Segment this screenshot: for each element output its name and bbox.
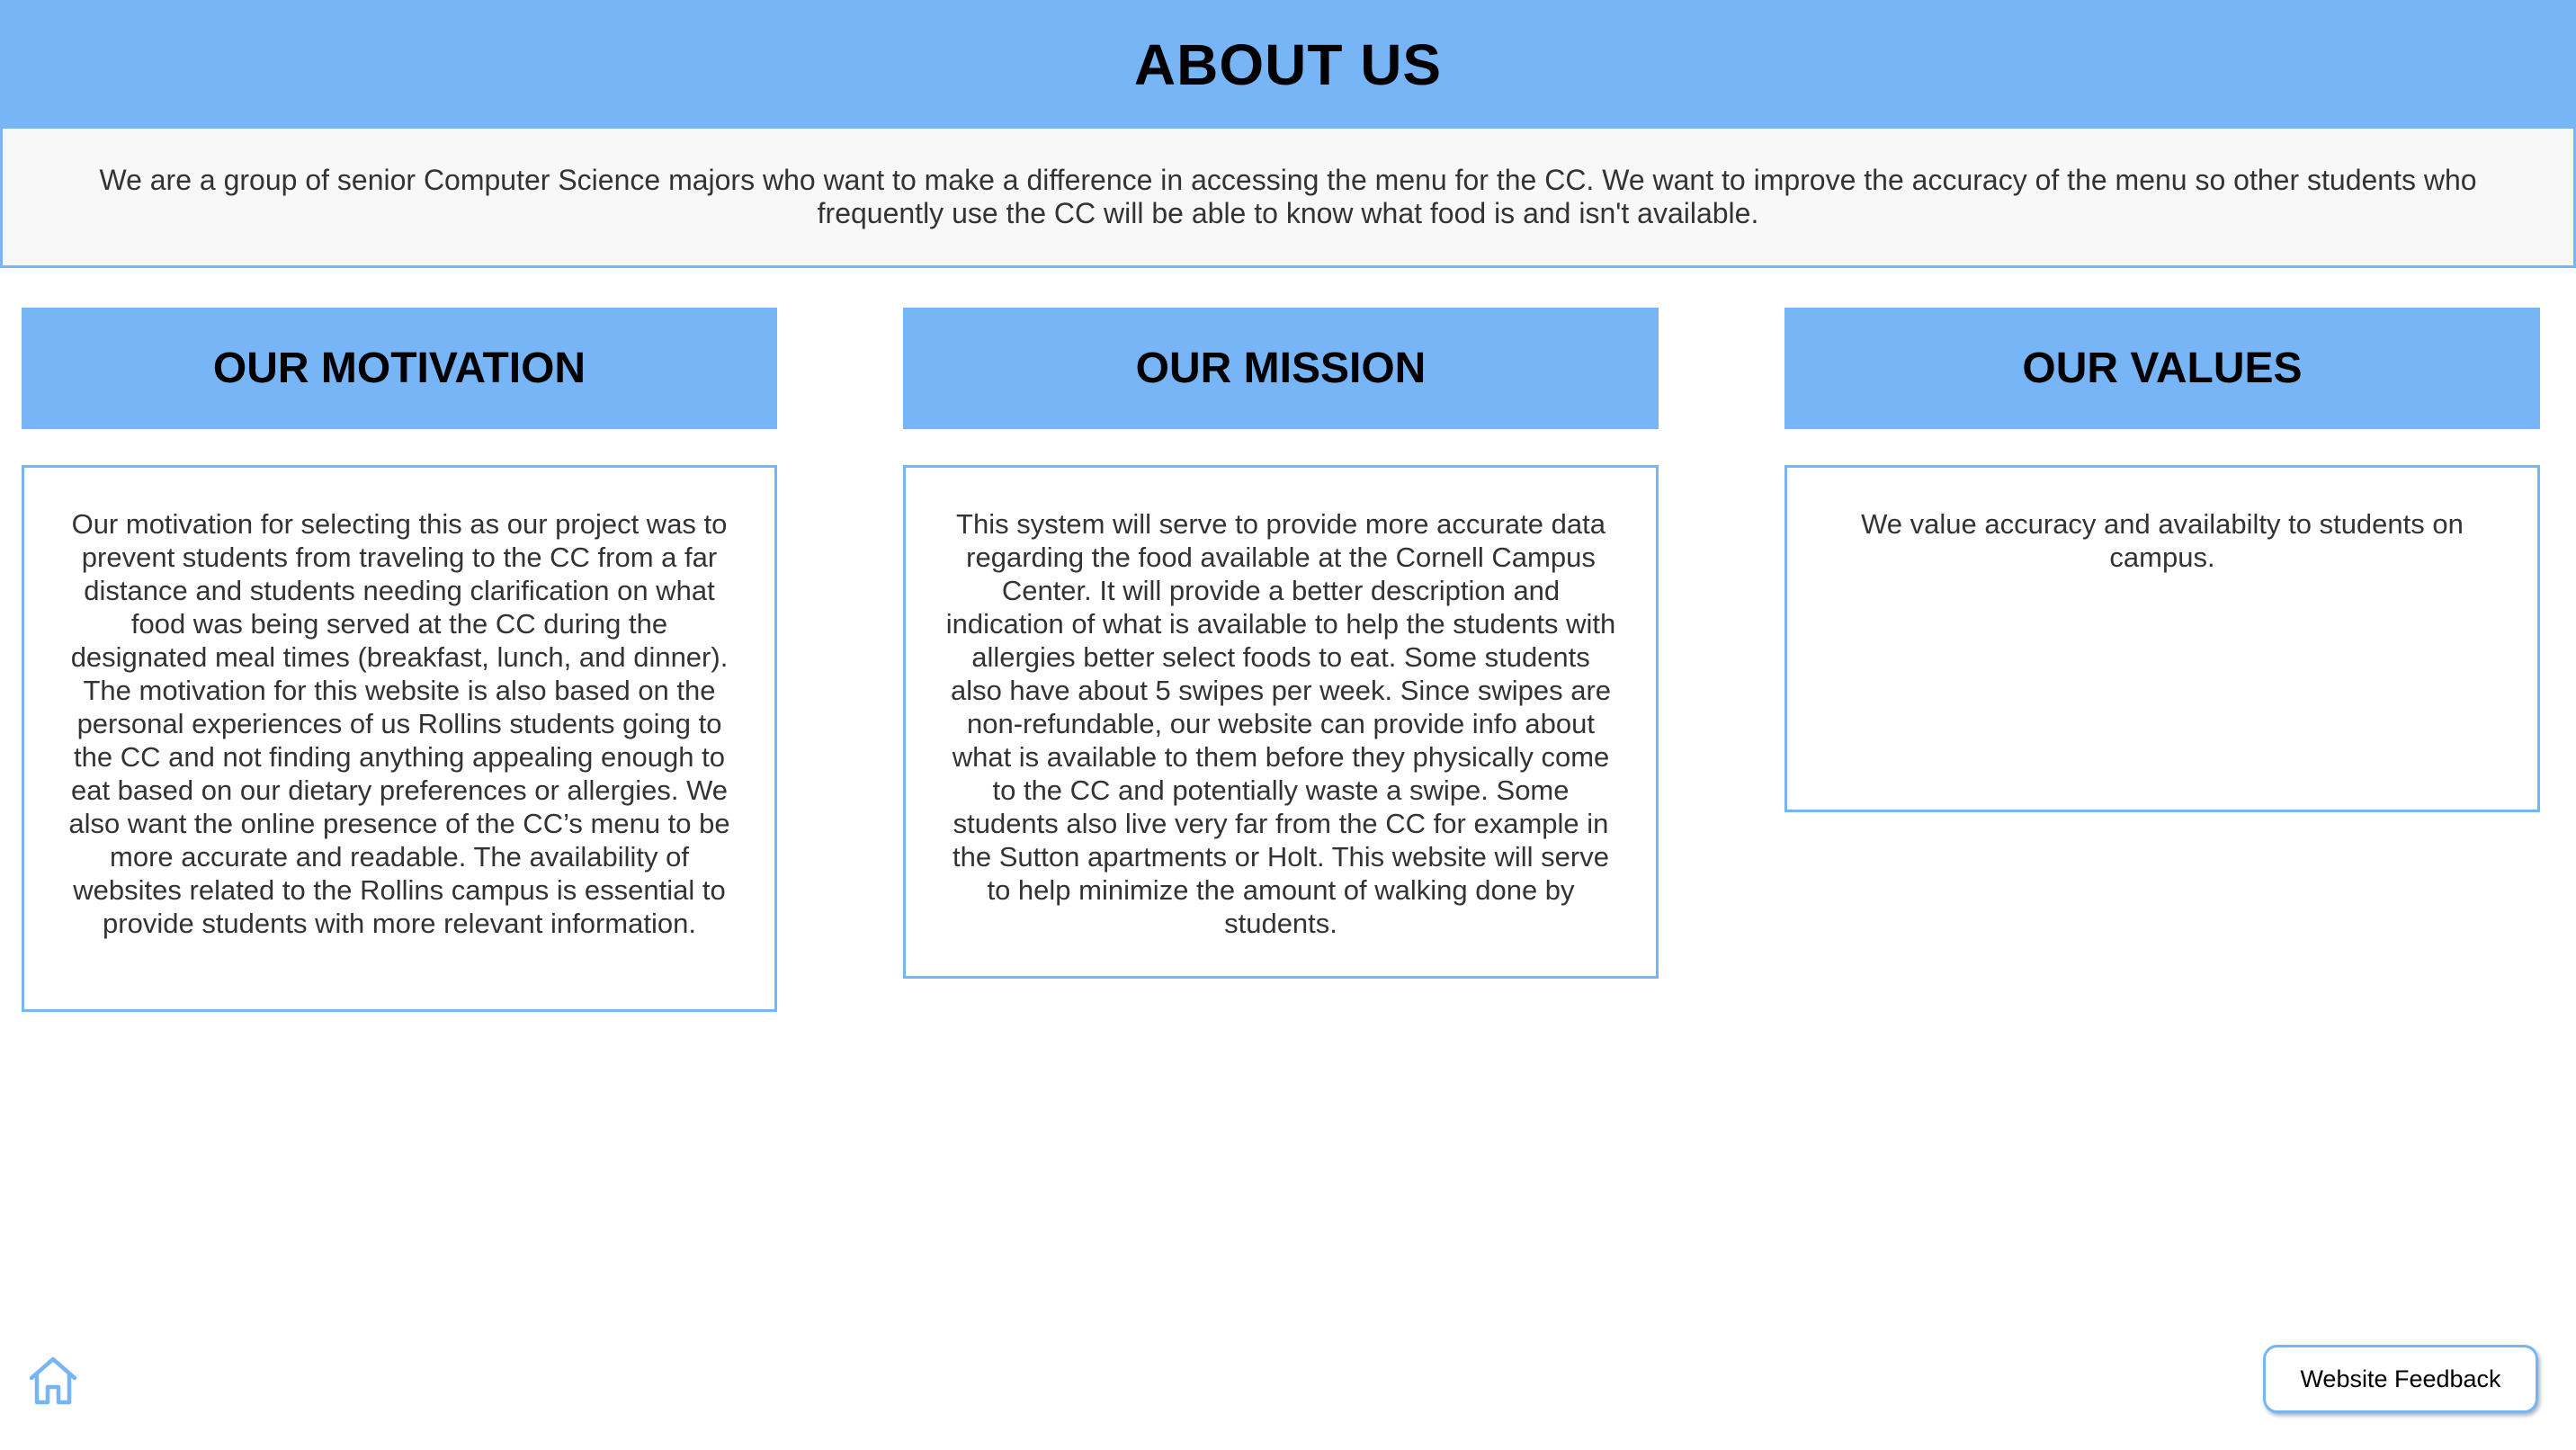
intro-section: We are a group of senior Computer Scienc… [0,129,2576,268]
website-feedback-button[interactable]: Website Feedback [2263,1345,2538,1413]
intro-text: We are a group of senior Computer Scienc… [99,164,2477,229]
values-heading-box: OUR VALUES [1784,308,2540,429]
motivation-heading-box: OUR MOTIVATION [22,308,777,429]
motivation-title: OUR MOTIVATION [212,345,586,392]
values-card: We value accuracy and availabilty to stu… [1784,465,2540,812]
mission-card: This system will serve to provide more a… [903,465,1659,979]
motivation-card: Our motivation for selecting this as our… [22,465,777,1012]
motivation-text: Our motivation for selecting this as our… [68,508,730,939]
values-text: We value accuracy and availabilty to stu… [1861,508,2464,573]
values-title: OUR VALUES [2022,345,2303,392]
home-icon [29,1356,77,1405]
about-page: ABOUT US We are a group of senior Comput… [0,0,2576,1450]
header-bar: ABOUT US [0,0,2576,129]
home-link[interactable] [27,1355,79,1407]
mission-title: OUR MISSION [1135,345,1427,392]
mission-text: This system will serve to provide more a… [945,508,1616,939]
page-title: ABOUT US [1133,31,1443,97]
mission-heading-box: OUR MISSION [903,308,1659,429]
